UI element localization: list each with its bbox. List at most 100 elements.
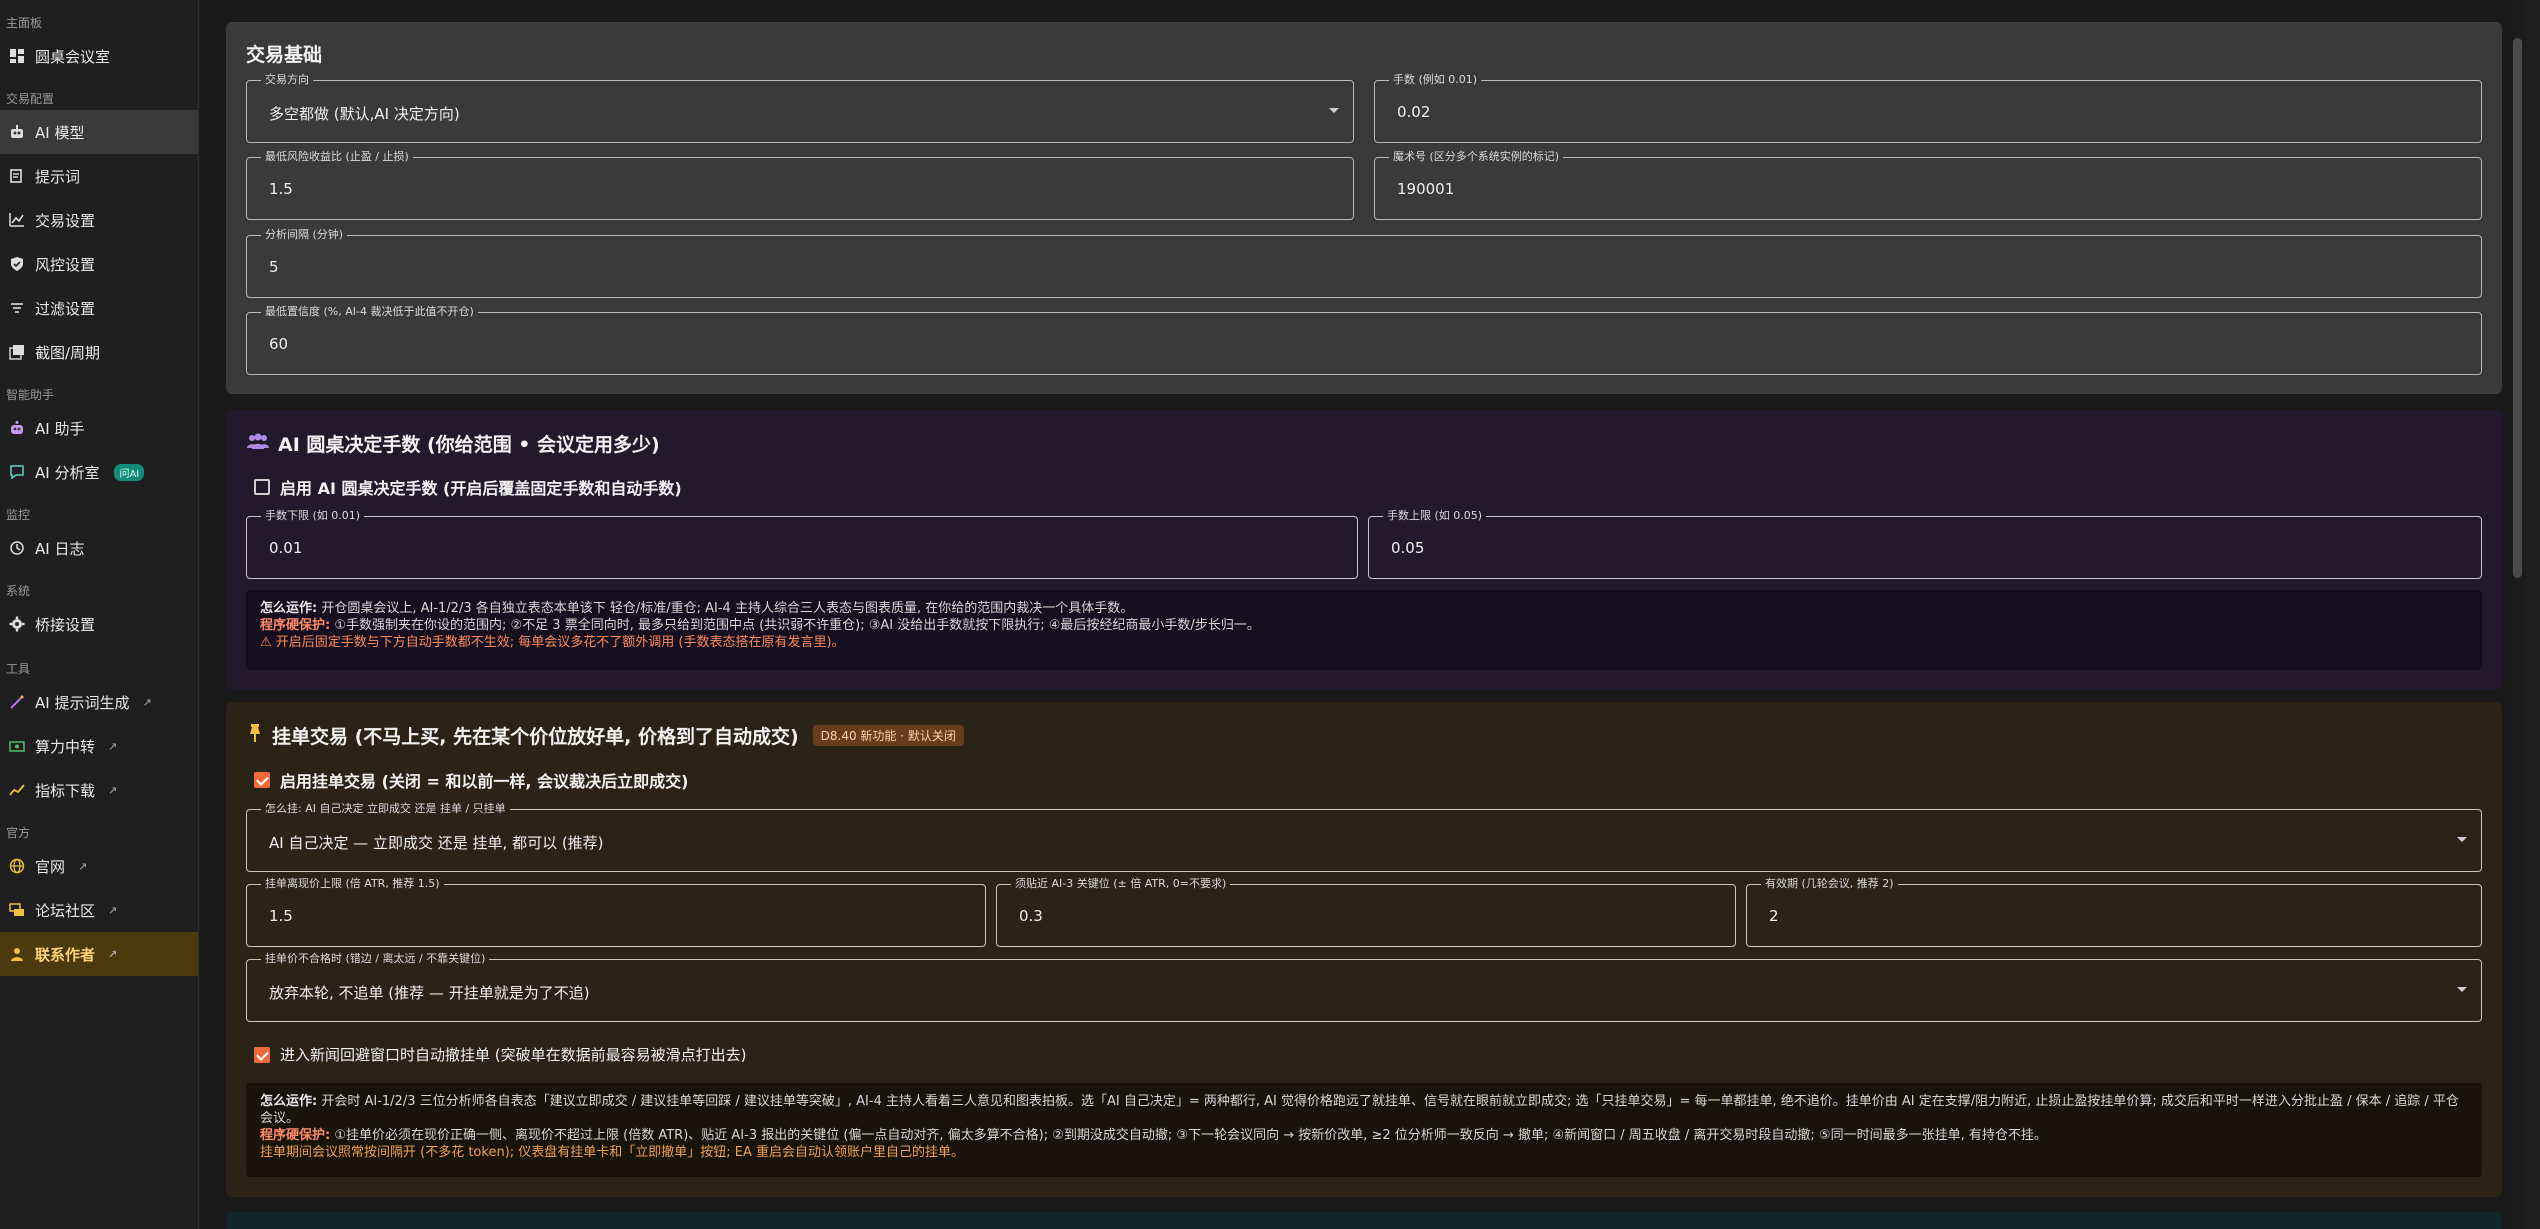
- external-link-icon: ↗: [108, 783, 118, 797]
- sidebar-item-ai-model[interactable]: AI 模型: [0, 110, 198, 154]
- sidebar-item-forum[interactable]: 论坛社区 ↗: [0, 888, 198, 932]
- sidebar-item-risk-settings[interactable]: 风控设置: [0, 242, 198, 286]
- scrollbar-thumb[interactable]: [2513, 38, 2522, 578]
- sidebar-item-prompt-generator[interactable]: AI 提示词生成 ↗: [0, 680, 198, 724]
- sidebar-section-main: 主面板: [6, 16, 43, 30]
- analysis-interval-input[interactable]: 分析间隔 (分钟) 5: [246, 228, 2482, 298]
- filter-icon: [8, 299, 26, 317]
- sidebar-item-label: AI 助手: [35, 419, 85, 438]
- field-value: 190001: [1397, 180, 1455, 198]
- sidebar-item-label: 截图/周期: [35, 343, 101, 362]
- field-value: AI 自己决定 — 立即成交 还是 挂单, 都可以 (推荐): [269, 834, 604, 852]
- globe-icon: [8, 857, 26, 875]
- pending-order-title: 挂单交易 (不马上买, 先在某个价位放好单, 价格到了自动成交) D8.40 新…: [246, 722, 964, 749]
- external-link-icon: ↗: [108, 947, 118, 961]
- checkbox-unchecked[interactable]: [254, 479, 270, 495]
- sidebar-item-indicator-download[interactable]: 指标下载 ↗: [0, 768, 198, 812]
- checkbox-checked[interactable]: [254, 772, 270, 788]
- expiry-input[interactable]: 有效期 (几轮会议, 推荐 2) 2: [1746, 877, 2482, 947]
- checkbox-label: 启用挂单交易 (关闭 = 和以前一样, 会议裁决后立即成交): [280, 772, 689, 791]
- sidebar-section-assistant: 智能助手: [6, 388, 55, 402]
- history-icon: [8, 539, 26, 557]
- note-heading: 程序硬保护:: [260, 618, 331, 633]
- enable-ai-lots-checkbox[interactable]: 启用 AI 圆桌决定手数 (开启后覆盖固定手数和自动手数): [254, 475, 682, 499]
- chevron-down-icon: [2457, 837, 2467, 842]
- sidebar-item-compute-relay[interactable]: 算力中转 ↗: [0, 724, 198, 768]
- money-icon: [8, 737, 26, 755]
- sidebar-item-filter-settings[interactable]: 过滤设置: [0, 286, 198, 330]
- ask-ai-badge: 问AI: [114, 463, 145, 481]
- sidebar-section-config: 交易配置: [6, 92, 55, 106]
- sidebar-section-system: 系统: [6, 584, 31, 598]
- trade-basics-title: 交易基础: [246, 44, 323, 66]
- main-content: 交易基础 交易方向 多空都做 (默认,AI 决定方向) 手数 (例如 0.01)…: [200, 0, 2525, 1229]
- sidebar: 主面板 圆桌会议室 交易配置 AI 模型 提示词 交易设置 风控设置 过滤设置: [0, 0, 199, 1229]
- note-heading: 怎么运作:: [260, 1094, 318, 1109]
- vertical-scrollbar[interactable]: [2510, 0, 2525, 1229]
- sidebar-section-monitor: 监控: [6, 508, 31, 522]
- chevron-down-icon: [2457, 987, 2467, 992]
- enable-pending-orders-checkbox[interactable]: 启用挂单交易 (关闭 = 和以前一样, 会议裁决后立即成交): [254, 768, 688, 792]
- field-value: 0.02: [1397, 103, 1431, 121]
- next-section-card: [226, 1212, 2502, 1229]
- sidebar-section-tools: 工具: [6, 662, 31, 676]
- news-cancel-checkbox[interactable]: 进入新闻回避窗口时自动撤挂单 (突破单在数据前最容易被滑点打出去): [254, 1044, 746, 1065]
- sidebar-item-label: 指标下载: [35, 781, 96, 800]
- pushpin-icon: [246, 723, 264, 748]
- sidebar-item-label: 提示词: [35, 167, 81, 186]
- shield-check-icon: [8, 255, 26, 273]
- max-distance-input[interactable]: 挂单离现价上限 (倍 ATR, 推荐 1.5) 1.5: [246, 877, 986, 947]
- sidebar-item-prompts[interactable]: 提示词: [0, 154, 198, 198]
- sidebar-item-website[interactable]: 官网 ↗: [0, 844, 198, 888]
- gear-icon: [8, 615, 26, 633]
- sidebar-item-screenshot-period[interactable]: 截图/周期: [0, 330, 198, 374]
- sidebar-item-ai-assistant[interactable]: AI 助手: [0, 406, 198, 450]
- sidebar-item-trade-settings[interactable]: 交易设置: [0, 198, 198, 242]
- new-feature-badge: D8.40 新功能 · 默认关闭: [812, 725, 964, 746]
- field-value: 0.3: [1019, 907, 1043, 925]
- trend-icon: [8, 781, 26, 799]
- near-key-level-input[interactable]: 须贴近 AI-3 关键位 (± 倍 ATR, 0=不要求) 0.3: [996, 877, 1736, 947]
- sidebar-item-roundtable[interactable]: 圆桌会议室: [0, 34, 198, 78]
- note-heading: 程序硬保护:: [260, 1128, 331, 1143]
- checkbox-checked[interactable]: [254, 1046, 270, 1063]
- magic-number-input[interactable]: 魔术号 (区分多个系统实例的标记) 190001: [1374, 150, 2482, 220]
- field-label: 最低风险收益比 (止盈 / 止损): [261, 150, 413, 164]
- gallery-icon: [8, 343, 26, 361]
- card-title-text: 挂单交易 (不马上买, 先在某个价位放好单, 价格到了自动成交): [272, 726, 799, 748]
- field-label: 手数下限 (如 0.01): [261, 509, 365, 523]
- trade-basics-card: 交易基础 交易方向 多空都做 (默认,AI 决定方向) 手数 (例如 0.01)…: [226, 22, 2502, 394]
- external-link-icon: ↗: [108, 903, 118, 917]
- field-label: 手数 (例如 0.01): [1389, 73, 1482, 87]
- pending-order-card: 挂单交易 (不马上买, 先在某个价位放好单, 价格到了自动成交) D8.40 新…: [226, 702, 2502, 1197]
- group-icon: [246, 432, 270, 455]
- sidebar-item-ai-log[interactable]: AI 日志: [0, 526, 198, 570]
- lot-max-input[interactable]: 手数上限 (如 0.05) 0.05: [1368, 509, 2482, 579]
- order-mode-select[interactable]: 怎么挂: AI 自己决定 立即成交 还是 挂单 / 只挂单 AI 自己决定 — …: [246, 802, 2482, 872]
- chevron-down-icon: [1329, 108, 1339, 113]
- sidebar-item-bridge-settings[interactable]: 桥接设置: [0, 602, 198, 646]
- ai-lot-decision-card: AI 圆桌决定手数 (你给范围 • 会议定用多少) 启用 AI 圆桌决定手数 (…: [226, 410, 2502, 690]
- pending-order-explanation: 怎么运作: 开会时 AI-1/2/3 三位分析师各自表态「建议立即成交 / 建议…: [246, 1083, 2482, 1177]
- chart-line-icon: [8, 211, 26, 229]
- sidebar-item-ai-analysis[interactable]: AI 分析室 问AI: [0, 450, 198, 494]
- contact-icon: [8, 945, 26, 963]
- forum-icon: [8, 901, 26, 919]
- checkbox-label: 进入新闻回避窗口时自动撤挂单 (突破单在数据前最容易被滑点打出去): [280, 1046, 747, 1064]
- note-text: ①挂单价必须在现价正确一侧、离现价不超过上限 (倍数 ATR)、贴近 AI-3 …: [334, 1128, 2047, 1143]
- field-label: 手数上限 (如 0.05): [1383, 509, 1487, 523]
- field-value: 放弃本轮, 不追单 (推荐 — 开挂单就是为了不追): [269, 984, 590, 1002]
- field-label: 分析间隔 (分钟): [261, 228, 348, 242]
- sidebar-item-label: AI 提示词生成: [35, 693, 130, 712]
- lot-min-input[interactable]: 手数下限 (如 0.01) 0.01: [246, 509, 1358, 579]
- sidebar-item-label: AI 模型: [35, 123, 85, 142]
- sidebar-item-contact-author[interactable]: 联系作者 ↗: [0, 932, 198, 976]
- min-confidence-input[interactable]: 最低置信度 (%, AI-4 裁决低于此值不开仓) 60: [246, 305, 2482, 375]
- magic-wand-icon: [8, 693, 26, 711]
- sidebar-section-official: 官方: [6, 826, 31, 840]
- min-rr-input[interactable]: 最低风险收益比 (止盈 / 止损) 1.5: [246, 150, 1354, 220]
- note-text: 开会时 AI-1/2/3 三位分析师各自表态「建议立即成交 / 建议挂单等回踩 …: [260, 1094, 2459, 1126]
- lots-input[interactable]: 手数 (例如 0.01) 0.02: [1374, 73, 2482, 143]
- trade-direction-select[interactable]: 交易方向 多空都做 (默认,AI 决定方向): [246, 73, 1354, 143]
- bad-price-action-select[interactable]: 挂单价不合格时 (错边 / 离太远 / 不靠关键位) 放弃本轮, 不追单 (推荐…: [246, 952, 2482, 1022]
